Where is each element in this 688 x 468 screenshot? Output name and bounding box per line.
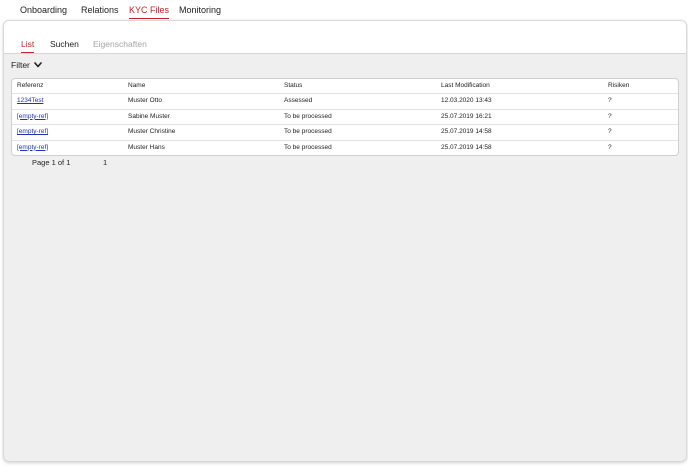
reference-cell: [empty-ref] [17, 125, 48, 139]
column-header-name[interactable]: Name [128, 79, 145, 93]
risk-cell: ? [608, 97, 612, 105]
kyc-files-panel: List Suchen Eigenschaften Filter Referen… [3, 20, 687, 462]
tab-monitoring[interactable]: Monitoring [179, 5, 221, 18]
reference-cell: [empty-ref] [17, 110, 48, 124]
column-header-last-modification[interactable]: Last Modification [441, 79, 490, 93]
status-cell: To be processed [284, 112, 332, 120]
column-header-status[interactable]: Status [284, 79, 302, 93]
name-cell: Sabine Muster [128, 112, 170, 120]
tab-kyc-files[interactable]: KYC Files [129, 5, 170, 19]
kyc-files-table: Referenz Name Status Last Modification R… [11, 78, 679, 156]
status-cell: To be processed [284, 128, 332, 136]
table-row[interactable]: [empty-ref] Sabine Muster To be processe… [12, 110, 678, 126]
reference-link[interactable]: 1234Test [17, 97, 43, 104]
reference-link[interactable]: [empty-ref] [17, 128, 48, 135]
column-header-referenz[interactable]: Referenz [17, 79, 43, 93]
reference-link[interactable]: [empty-ref] [17, 113, 48, 120]
tab-eigenschaften: Eigenschaften [93, 39, 147, 49]
top-navigation: Onboarding Relations KYC Files Monitorin… [0, 0, 688, 20]
filter-label: Filter [11, 60, 30, 70]
name-cell: Muster Otto [128, 97, 162, 105]
name-cell: Muster Christine [128, 128, 176, 136]
name-cell: Muster Hans [128, 143, 165, 151]
tab-relations[interactable]: Relations [81, 5, 119, 18]
modified-cell: 25.07.2019 14:58 [441, 128, 492, 136]
tab-suchen[interactable]: Suchen [50, 39, 79, 52]
table-header-row: Referenz Name Status Last Modification R… [12, 79, 678, 95]
tab-onboarding[interactable]: Onboarding [20, 5, 67, 18]
status-cell: To be processed [284, 143, 332, 151]
table-row[interactable]: [empty-ref] Muster Hans To be processed … [12, 141, 678, 155]
status-cell: Assessed [284, 97, 313, 105]
risk-cell: ? [608, 143, 612, 151]
page-number-button[interactable]: 1 [103, 158, 107, 167]
reference-cell: [empty-ref] [17, 141, 48, 155]
sub-navigation: List Suchen Eigenschaften [4, 21, 686, 54]
reference-link[interactable]: [empty-ref] [17, 144, 48, 151]
modified-cell: 12.03.2020 13:43 [441, 97, 492, 105]
pagination-info: Page 1 of 1 [32, 158, 71, 167]
risk-cell: ? [608, 128, 612, 136]
table-row[interactable]: 1234Test Muster Otto Assessed 12.03.2020… [12, 94, 678, 110]
column-header-risiken[interactable]: Risiken [608, 79, 629, 93]
tab-list[interactable]: List [21, 39, 35, 53]
reference-cell: 1234Test [17, 94, 43, 108]
chevron-down-icon [34, 62, 42, 68]
risk-cell: ? [608, 112, 612, 120]
filter-toggle[interactable]: Filter [11, 60, 42, 70]
modified-cell: 25.07.2019 16:21 [441, 112, 492, 120]
modified-cell: 25.07.2019 14:58 [441, 143, 492, 151]
table-row[interactable]: [empty-ref] Muster Christine To be proce… [12, 125, 678, 141]
